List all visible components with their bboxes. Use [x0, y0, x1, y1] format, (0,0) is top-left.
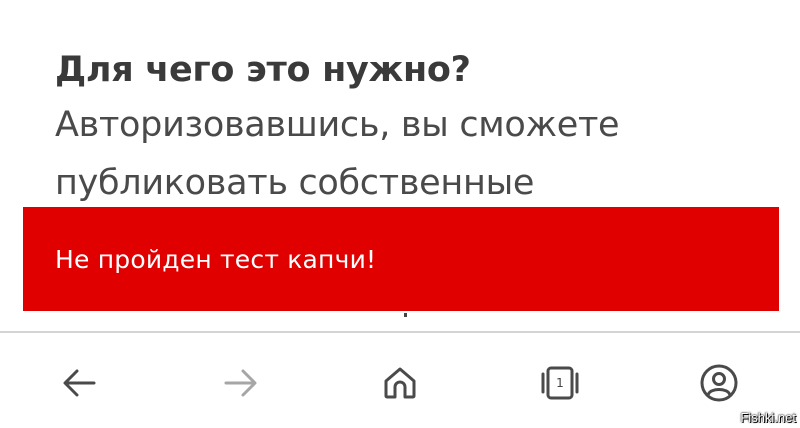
back-button[interactable]	[59, 363, 99, 403]
home-button[interactable]	[380, 363, 420, 403]
tabs-count: 1	[556, 376, 564, 390]
home-icon	[382, 365, 418, 401]
forward-button[interactable]	[221, 363, 261, 403]
body-line: публиковать собственные	[55, 163, 535, 203]
section-body: Авторизовавшись, вы сможете публиковать …	[55, 96, 780, 212]
tabs-icon: 1	[540, 363, 580, 403]
error-toast[interactable]: Не пройден тест капчи!	[23, 207, 779, 311]
body-line: Авторизовавшись, вы сможете	[55, 105, 620, 145]
profile-icon	[699, 363, 739, 403]
info-section: Для чего это нужно? Авторизовавшись, вы …	[55, 44, 780, 212]
error-toast-message: Не пройден тест капчи!	[55, 244, 377, 274]
watermark: Fishki.net	[740, 410, 796, 425]
tabs-button[interactable]: 1	[540, 363, 580, 403]
stray-mark	[404, 313, 407, 317]
arrow-left-icon	[62, 368, 96, 398]
screen: Для чего это нужно? Авторизовавшись, вы …	[0, 0, 800, 428]
arrow-right-icon	[224, 368, 258, 398]
bottom-navigation-bar: 1	[0, 331, 800, 428]
section-heading: Для чего это нужно?	[55, 50, 471, 90]
profile-button[interactable]	[699, 363, 739, 403]
